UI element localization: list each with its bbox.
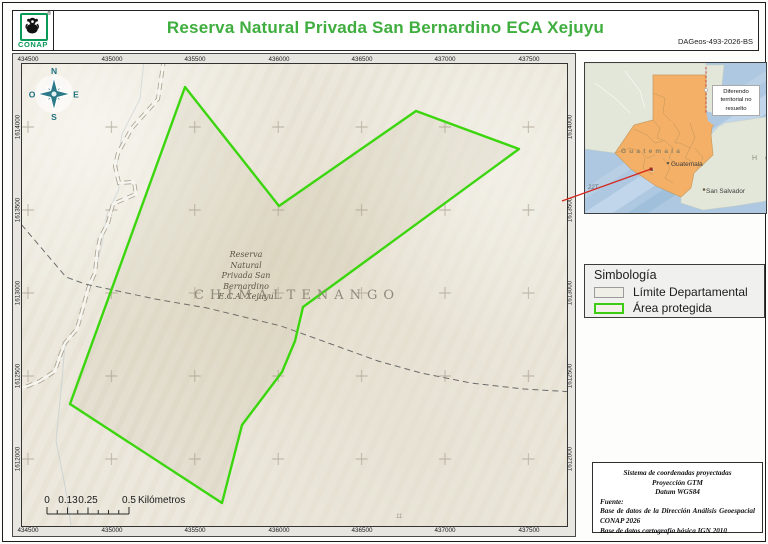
scalebar-tick-label: 0.25 (78, 495, 98, 506)
legend-title: Simbología (594, 268, 657, 282)
area-label-line: Reserva (229, 250, 263, 259)
x-tick-bottom: 437000 (434, 527, 456, 534)
capital-dot (666, 161, 670, 165)
x-tick-top: 434500 (17, 56, 39, 63)
area-protegida-swatch (594, 302, 624, 314)
source-line-2: Base de datos cartografía básica IGN 201… (600, 526, 727, 535)
conap-logo-icon: ® (20, 11, 51, 41)
y-tick-left: 1613000 (14, 280, 21, 306)
x-tick-bottom: 437500 (518, 527, 540, 534)
compass-center (50, 90, 58, 98)
compass-south-label: S (51, 112, 57, 122)
legend: Simbología Límite Departamental Área pro… (584, 264, 765, 318)
projection-system-line: Sistema de coordenadas proyectadas (623, 469, 732, 477)
honduras-partial-label: H o (752, 155, 766, 162)
conap-logo-text: CONAP (17, 40, 49, 49)
x-tick-top: 437500 (518, 56, 540, 63)
y-tick-left: 1613500 (14, 197, 21, 223)
legend-item-label: Área protegida (633, 301, 712, 315)
doc-code: DAGeos-493-2026-BS (677, 37, 753, 46)
x-tick-top: 435000 (101, 56, 123, 63)
compass-west-label: O (29, 90, 36, 100)
scalebar-tick-label: 0.5 (122, 495, 136, 506)
x-tick-bottom: 435000 (101, 527, 123, 534)
map-document-page: ® CONAP Reserva Natural Privada San Bern… (0, 0, 768, 544)
datum-line: Datum WGS84 (655, 488, 700, 497)
utm-zone-label: 22T (587, 185, 600, 191)
capital-label: Guatemala (671, 161, 703, 168)
legend-item-label: Límite Departamental (633, 285, 748, 299)
limite-departamental-swatch (594, 286, 624, 298)
x-tick-top: 435500 (184, 56, 206, 63)
x-tick-bottom: 436000 (268, 527, 290, 534)
country-label: Guatemala (621, 148, 683, 155)
x-tick-bottom: 434500 (17, 527, 39, 534)
area-label-line: Natural (230, 260, 262, 270)
projection-line: Proyección GTM (652, 478, 703, 487)
inset-map: Guatemala Guatemala San Salvador H o 22T… (584, 62, 767, 214)
legend-item-limite-departamental: Límite Departamental (594, 285, 748, 299)
x-tick-bottom: 435500 (184, 527, 206, 534)
compass-north-label: N (51, 66, 57, 76)
scalebar-tick-label: 0 (44, 495, 50, 506)
reserve-location-dot (650, 168, 654, 172)
x-tick-bottom: 436500 (351, 527, 373, 534)
border-marker (704, 88, 708, 92)
conap-logo: ® CONAP (13, 11, 54, 50)
main-map: N E S O Reserva Natural Privada San Bern… (21, 63, 568, 527)
x-tick-top: 436500 (351, 56, 373, 63)
x-tick-top: 436000 (268, 56, 290, 63)
area-label-line: Privada San (221, 271, 271, 280)
legend-item-area-protegida: Área protegida (594, 301, 712, 315)
registered-mark: ® (47, 11, 51, 17)
page-title: Reserva Natural Privada San Bernardino E… (166, 18, 605, 37)
san-salvador-dot (702, 188, 706, 191)
fuente-label: Fuente: (600, 497, 624, 506)
y-tick-left: 1612000 (14, 446, 21, 472)
department-label: CHIMALTENANGO (193, 288, 401, 303)
y-tick-left: 1614000 (14, 114, 21, 140)
scalebar-tick-label: 0.13 (58, 495, 78, 506)
source-line-1: Base de datos de la Dirección Análisis G… (600, 507, 755, 525)
san-salvador-label: San Salvador (706, 188, 746, 195)
monkey-glyph-icon (25, 17, 40, 34)
compass-east-label: E (73, 90, 79, 100)
map-frame: 434500 435000 435500 436000 436500 43700… (12, 53, 576, 537)
credits-box: Sistema de coordenadas proyectadas Proye… (592, 462, 763, 535)
header-bar: ® CONAP Reserva Natural Privada San Bern… (12, 10, 759, 51)
road-number-label: 11 (396, 514, 403, 520)
scalebar-unit-label: Kilómetros (138, 495, 186, 506)
x-tick-top: 437000 (434, 56, 456, 63)
territorial-note: Diferendo territorial no resuelto (712, 85, 760, 116)
y-tick-left: 1612500 (14, 363, 21, 389)
